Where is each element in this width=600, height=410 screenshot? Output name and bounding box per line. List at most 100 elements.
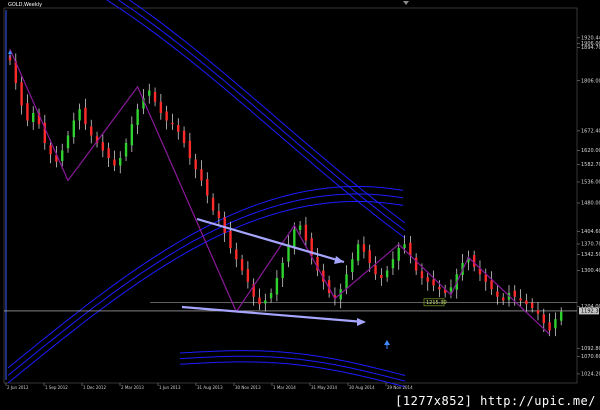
candle-body bbox=[229, 230, 232, 248]
y-tick-label: 1480.00 bbox=[581, 201, 600, 207]
candle-body bbox=[200, 169, 203, 181]
candle-body bbox=[293, 229, 296, 247]
y-tick-label: 1370.70 bbox=[581, 242, 600, 248]
chevron-down-icon[interactable] bbox=[403, 1, 409, 5]
y-tick-label: 1894.70 bbox=[581, 45, 600, 51]
candle-body bbox=[368, 250, 371, 263]
upper-band-line bbox=[106, 0, 406, 239]
candle-body bbox=[362, 244, 366, 252]
candle-body bbox=[525, 300, 528, 305]
watermark: [1277x852] http://upic.me/ bbox=[395, 394, 596, 408]
candle-body bbox=[84, 107, 87, 125]
candle-body bbox=[496, 291, 499, 297]
candle-body bbox=[26, 103, 29, 121]
candle-body bbox=[194, 159, 197, 170]
candle-body bbox=[113, 159, 116, 166]
candle-body bbox=[153, 92, 157, 102]
candle-body bbox=[130, 124, 134, 146]
candle-body bbox=[264, 300, 267, 304]
upper-trendline bbox=[196, 217, 345, 264]
candle-body bbox=[159, 101, 163, 113]
zigzag-line bbox=[9, 49, 551, 335]
candle-body bbox=[275, 278, 279, 295]
candle-body bbox=[217, 211, 221, 218]
x-tick-label: 29 Nov 2014 bbox=[387, 385, 413, 390]
y-tick-label: 1342.50 bbox=[581, 252, 600, 258]
price-chart[interactable]: 1920.441906.001894.701806.001672.401620.… bbox=[0, 0, 600, 410]
candle-body bbox=[374, 265, 377, 275]
candle-body bbox=[177, 125, 180, 132]
candle-body bbox=[165, 111, 168, 121]
candle-body bbox=[258, 297, 261, 305]
candle-body bbox=[513, 290, 516, 297]
y-tick-label: 1672.40 bbox=[581, 128, 600, 134]
candle-body bbox=[119, 158, 122, 166]
candle-body bbox=[90, 126, 93, 136]
x-tick-label: 2 Mar 2013 bbox=[121, 385, 144, 390]
lower-band-line bbox=[179, 355, 406, 382]
y-tick-label: 1024.20 bbox=[581, 372, 600, 378]
candle-body bbox=[501, 297, 505, 301]
up-arrow-icon bbox=[384, 340, 390, 345]
candle-body bbox=[206, 179, 209, 196]
candle-body bbox=[72, 120, 76, 137]
candle-body bbox=[432, 279, 435, 286]
middle-band-line bbox=[7, 185, 404, 369]
current-price-tag-label: 1192.30 bbox=[581, 309, 600, 315]
candle-body bbox=[548, 322, 551, 331]
candle-body bbox=[542, 314, 545, 323]
candle-body bbox=[554, 319, 557, 329]
candle-body bbox=[403, 244, 406, 248]
candle-body bbox=[148, 90, 151, 96]
candle-body bbox=[269, 293, 273, 299]
candle-body bbox=[171, 122, 174, 125]
candle-body bbox=[559, 311, 563, 321]
x-tick-label: 1 Sep 2012 bbox=[45, 385, 68, 390]
lower-trendline-arrowhead bbox=[357, 318, 366, 326]
lower-trendline bbox=[181, 305, 365, 324]
candle-body bbox=[298, 225, 302, 230]
candle-body bbox=[281, 263, 284, 278]
chart-window[interactable]: 1920.44 1906.00 1894.70 1806.00 1672.40 1620.… bbox=[0, 0, 600, 410]
candles bbox=[8, 50, 563, 337]
candle-body bbox=[49, 145, 52, 155]
candle-body bbox=[490, 280, 493, 290]
x-tick-label: 2 Jun 2012 bbox=[7, 385, 29, 390]
y-tick-label: 1300.40 bbox=[581, 268, 600, 274]
x-tick-label: 31 Aug 2013 bbox=[197, 385, 223, 390]
candle-body bbox=[397, 248, 400, 261]
candle-body bbox=[32, 113, 35, 122]
candle-body bbox=[66, 135, 70, 149]
y-tick-label: 1404.60 bbox=[581, 229, 600, 235]
y-tick-label: 1070.60 bbox=[581, 354, 600, 360]
upper-trendline-arrowhead bbox=[334, 256, 344, 264]
upper-band-line bbox=[117, 0, 406, 231]
candle-body bbox=[519, 298, 522, 301]
candle-body bbox=[101, 142, 105, 151]
candle-body bbox=[472, 255, 476, 267]
candle-body bbox=[449, 287, 453, 292]
symbol-label: GOLD,Weekly bbox=[8, 2, 43, 8]
x-tick-label: 30 Aug 2014 bbox=[349, 385, 375, 390]
candle-body bbox=[536, 310, 540, 314]
candle-body bbox=[223, 217, 226, 233]
candle-body bbox=[78, 109, 81, 121]
candle-body bbox=[240, 259, 244, 271]
candle-body bbox=[235, 249, 238, 260]
x-tick-label: 1 Dec 2012 bbox=[83, 385, 106, 390]
x-axis: 2 Jun 2012 1 Sep 2012 1 Dec 2012 2 Mar 2013… bbox=[5, 383, 413, 390]
candle-body bbox=[391, 259, 395, 269]
candle-body bbox=[345, 274, 348, 289]
candle-body bbox=[385, 270, 389, 278]
candle-body bbox=[124, 143, 128, 157]
middle-band-line bbox=[7, 200, 404, 384]
candle-body bbox=[211, 197, 215, 211]
candle-body bbox=[426, 277, 429, 282]
candle-body bbox=[61, 150, 64, 161]
candle-body bbox=[20, 82, 23, 106]
candle-body bbox=[188, 140, 192, 158]
candle-body bbox=[304, 224, 308, 241]
level-tag-label: 1215.30 bbox=[426, 300, 447, 306]
x-tick-label: 31 May 2014 bbox=[311, 385, 338, 390]
y-axis: 1920.441906.001894.701806.001672.401620.… bbox=[577, 35, 600, 378]
